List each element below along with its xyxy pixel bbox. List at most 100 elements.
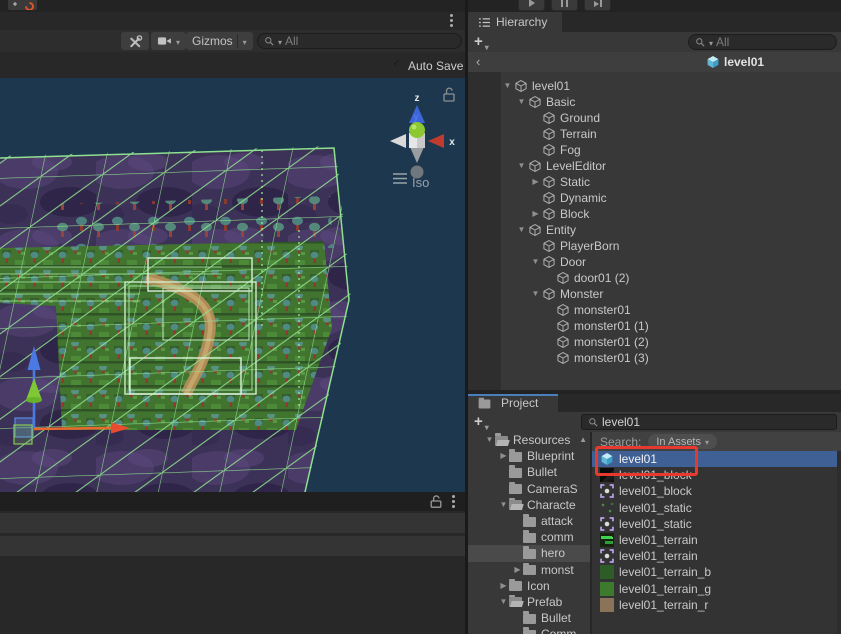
expand-arrow[interactable]: ▼ xyxy=(530,286,541,302)
results-scrollbar-track[interactable] xyxy=(837,451,841,634)
expand-arrow[interactable]: ▼ xyxy=(516,94,527,110)
hierarchy-item[interactable]: monster01 (3) xyxy=(468,350,841,366)
project-add-button[interactable]: + xyxy=(474,414,489,434)
step-button[interactable] xyxy=(584,0,611,11)
gameobject-cube-icon xyxy=(556,271,570,285)
hierarchy-item-label: Block xyxy=(560,207,589,221)
cropped-toolbar-tab[interactable] xyxy=(8,0,37,10)
scene-search-field[interactable] xyxy=(257,33,462,49)
folder-row[interactable]: ▶ Blueprint xyxy=(468,448,590,464)
gameobject-cube-icon xyxy=(542,239,556,253)
scene-viewport[interactable]: z y x Iso xyxy=(0,78,465,492)
folder-row[interactable]: ▼ Resources xyxy=(468,432,590,448)
texture-thumbnail-icon xyxy=(600,468,614,482)
hierarchy-add-button[interactable]: + xyxy=(474,34,489,54)
expand-arrow[interactable]: ▼ xyxy=(516,158,527,174)
asset-row[interactable]: level01_static xyxy=(592,500,841,516)
hierarchy-item-label: PlayerBorn xyxy=(560,239,619,253)
project-search-input[interactable] xyxy=(602,415,830,429)
prefab-root-name[interactable]: level01 xyxy=(724,55,764,69)
bottom-panel-menu-icon[interactable] xyxy=(452,500,455,503)
hierarchy-item[interactable]: ▼ Basic xyxy=(468,94,841,110)
folder-row[interactable]: ▼ Characte xyxy=(468,497,590,513)
expand-arrow[interactable]: ▶ xyxy=(530,174,541,190)
asset-row[interactable]: level01_terrain_b xyxy=(592,564,841,580)
project-search-field[interactable] xyxy=(581,414,837,430)
hierarchy-item[interactable]: Ground xyxy=(468,110,841,126)
gizmos-dropdown[interactable]: Gizmos xyxy=(186,32,253,50)
asset-row[interactable]: level01_terrain xyxy=(592,532,841,548)
gameobject-cube-icon xyxy=(542,255,556,269)
asset-row[interactable]: level01_block xyxy=(592,467,841,483)
gameobject-cube-icon xyxy=(542,207,556,221)
hierarchy-item-label: Fog xyxy=(560,143,581,157)
hierarchy-item[interactable]: monster01 (2) xyxy=(468,334,841,350)
project-folder-tree: ▼ Resources ▶ Blueprint Bullet CameraS ▼ xyxy=(468,432,590,634)
hierarchy-item[interactable]: ▼ Entity xyxy=(468,222,841,238)
folder-row[interactable]: Bullet xyxy=(468,464,590,480)
step-icon xyxy=(594,0,602,7)
hierarchy-item[interactable]: Terrain xyxy=(468,126,841,142)
hierarchy-search-input[interactable] xyxy=(716,35,830,49)
asset-row[interactable]: level01_block xyxy=(592,483,841,499)
folder-row[interactable]: ▶ Icon xyxy=(468,578,590,594)
hierarchy-item[interactable]: ▶ Static xyxy=(468,174,841,190)
expand-arrow[interactable]: ▼ xyxy=(502,78,513,94)
expand-arrow[interactable]: ▶ xyxy=(498,448,509,464)
tab-project[interactable]: Project xyxy=(468,394,558,412)
scene-panel-menu-icon[interactable] xyxy=(450,19,453,22)
hierarchy-item[interactable]: ▶ Block xyxy=(468,206,841,222)
hierarchy-item[interactable]: Fog xyxy=(468,142,841,158)
expand-arrow[interactable]: ▼ xyxy=(530,254,541,270)
bottom-panel-row[interactable] xyxy=(0,536,465,556)
folder-row[interactable]: comm xyxy=(468,529,590,545)
asset-row[interactable]: level01_terrain xyxy=(592,548,841,564)
search-scope-dropdown[interactable]: In Assets xyxy=(648,434,717,449)
folder-row[interactable]: Bullet xyxy=(468,610,590,626)
expand-arrow[interactable]: ▶ xyxy=(498,578,509,594)
scene-tools-button[interactable] xyxy=(121,32,149,50)
hierarchy-item[interactable]: ▼ Door xyxy=(468,254,841,270)
scroll-up-arrow-icon[interactable]: ▲ xyxy=(579,435,587,444)
expand-arrow[interactable]: ▶ xyxy=(512,562,523,578)
asset-row-selected[interactable]: level01 xyxy=(592,451,841,467)
folder-label: Characte xyxy=(527,498,576,512)
hierarchy-item[interactable]: ▼ LevelEditor xyxy=(468,158,841,174)
hierarchy-item-label: Entity xyxy=(546,223,576,237)
folder-row[interactable]: attack xyxy=(468,513,590,529)
hierarchy-item[interactable]: monster01 xyxy=(468,302,841,318)
hierarchy-item[interactable]: ▼ Monster xyxy=(468,286,841,302)
hierarchy-search-field[interactable] xyxy=(688,34,837,50)
hierarchy-item[interactable]: Dynamic xyxy=(468,190,841,206)
expand-arrow[interactable]: ▶ xyxy=(530,206,541,222)
expand-arrow[interactable]: ▼ xyxy=(484,432,495,448)
folder-row[interactable]: ▼ Prefab xyxy=(468,594,590,610)
hierarchy-item[interactable]: ▼ level01 xyxy=(468,78,841,94)
folder-row[interactable]: CameraS xyxy=(468,481,590,497)
play-button[interactable] xyxy=(518,0,545,11)
hierarchy-item[interactable]: door01 (2) xyxy=(468,270,841,286)
search-filter-chevron-icon xyxy=(709,35,713,49)
folder-icon xyxy=(523,549,536,559)
camera-icon xyxy=(157,36,172,46)
asset-row[interactable]: level01_static xyxy=(592,516,841,532)
hierarchy-item[interactable]: PlayerBorn xyxy=(468,238,841,254)
expand-arrow[interactable]: ▼ xyxy=(516,222,527,238)
hierarchy-item[interactable]: monster01 (1) xyxy=(468,318,841,334)
folder-row[interactable]: Comm xyxy=(468,626,590,634)
folder-row-selected[interactable]: hero xyxy=(468,545,590,561)
expand-arrow[interactable]: ▼ xyxy=(498,594,509,610)
plus-glyph-icon xyxy=(13,2,17,6)
scene-camera-button[interactable] xyxy=(151,32,186,50)
folder-row[interactable]: ▶ monst xyxy=(468,562,590,578)
lock-open-icon[interactable] xyxy=(430,495,442,508)
scene-search-input[interactable] xyxy=(285,34,455,48)
asset-row[interactable]: level01_terrain_r xyxy=(592,597,841,613)
asset-label: level01 xyxy=(619,452,657,466)
expand-arrow[interactable]: ▼ xyxy=(498,497,509,513)
pause-button[interactable] xyxy=(551,0,578,11)
bottom-panel-row[interactable] xyxy=(0,513,465,533)
asset-row[interactable]: level01_terrain_g xyxy=(592,581,841,597)
back-chevron-icon[interactable]: ‹ xyxy=(476,54,480,69)
tab-hierarchy[interactable]: Hierarchy xyxy=(468,12,562,32)
